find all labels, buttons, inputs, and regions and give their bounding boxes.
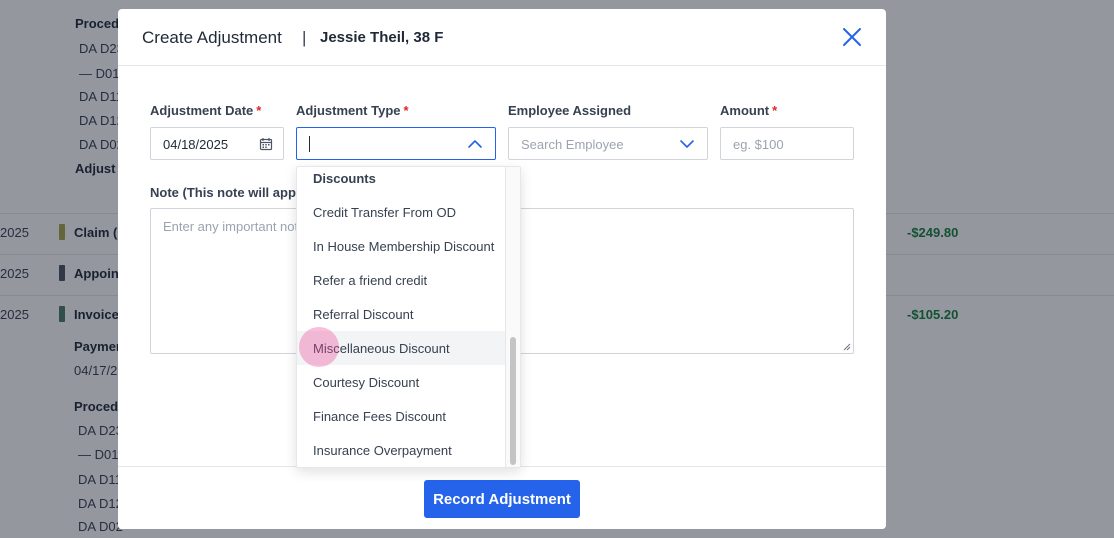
dropdown-option[interactable]: Insurance Overpayment xyxy=(297,433,505,467)
employee-search-select[interactable]: Search Employee xyxy=(508,127,708,160)
calendar-icon[interactable] xyxy=(259,136,275,152)
employee-assigned-label: Employee Assigned xyxy=(508,103,632,118)
modal-footer: Record Adjustment xyxy=(118,466,886,529)
option-label: Refer a friend credit xyxy=(313,273,428,288)
adjustment-type-select[interactable] xyxy=(296,127,496,160)
adjustment-type-label: Adjustment Type * xyxy=(296,103,409,118)
dropdown-option[interactable]: Refer a friend credit xyxy=(297,263,505,297)
amount-input[interactable]: eg. $100 xyxy=(720,127,854,160)
scrollbar-thumb[interactable] xyxy=(510,337,516,465)
adjustment-date-label-text: Adjustment Date xyxy=(150,103,254,118)
amount-label-text: Amount xyxy=(720,103,770,118)
close-button[interactable] xyxy=(840,25,864,49)
adjustment-date-field[interactable]: 04/18/2025 xyxy=(150,127,284,160)
modal-title: Create Adjustment xyxy=(142,28,282,47)
option-label: Finance Fees Discount xyxy=(313,409,446,424)
dropdown-option[interactable]: Credit Transfer From OD xyxy=(297,195,505,229)
dropdown-option[interactable]: Finance Fees Discount xyxy=(297,399,505,433)
note-label: Note (This note will appea xyxy=(150,185,311,200)
option-label: Insurance Overpayment xyxy=(313,443,452,458)
adjustment-date-value: 04/18/2025 xyxy=(163,137,229,152)
option-label: Miscellaneous Discount xyxy=(313,341,450,356)
record-adjustment-button[interactable]: Record Adjustment xyxy=(424,480,580,518)
chevron-down-icon[interactable] xyxy=(679,136,695,152)
adjustment-type-label-text: Adjustment Type xyxy=(296,103,401,118)
note-placeholder: Enter any important not xyxy=(163,219,299,234)
option-label: Credit Transfer From OD xyxy=(313,205,457,220)
adjustment-type-dropdown: Discounts Credit Transfer From OD In Hou… xyxy=(296,166,521,468)
option-label: Courtesy Discount xyxy=(313,375,420,390)
amount-label: Amount * xyxy=(720,103,777,118)
required-marker: * xyxy=(256,103,262,118)
adjustment-date-label: Adjustment Date * xyxy=(150,103,261,118)
dropdown-option-hovered[interactable]: Miscellaneous Discount xyxy=(297,331,505,365)
required-marker: * xyxy=(403,103,409,118)
option-label: In House Membership Discount xyxy=(313,239,495,254)
dropdown-option[interactable]: Courtesy Discount xyxy=(297,365,505,399)
option-label: Referral Discount xyxy=(313,307,414,322)
employee-placeholder: Search Employee xyxy=(521,137,624,152)
text-caret xyxy=(309,136,310,152)
dropdown-group-header: Discounts xyxy=(313,171,376,186)
chevron-up-icon[interactable] xyxy=(467,136,483,152)
amount-placeholder: eg. $100 xyxy=(733,137,784,152)
dropdown-scrollbar[interactable] xyxy=(505,167,520,467)
dropdown-option[interactable]: Referral Discount xyxy=(297,297,505,331)
required-marker: * xyxy=(772,103,778,118)
modal-header: Create Adjustment | Jessie Theil, 38 F xyxy=(118,9,886,66)
close-icon xyxy=(843,28,861,46)
title-separator: | xyxy=(302,28,307,47)
dropdown-option[interactable]: In House Membership Discount xyxy=(297,229,505,263)
patient-name: Jessie Theil, 38 F xyxy=(320,29,444,46)
resize-handle-icon[interactable] xyxy=(843,343,851,351)
